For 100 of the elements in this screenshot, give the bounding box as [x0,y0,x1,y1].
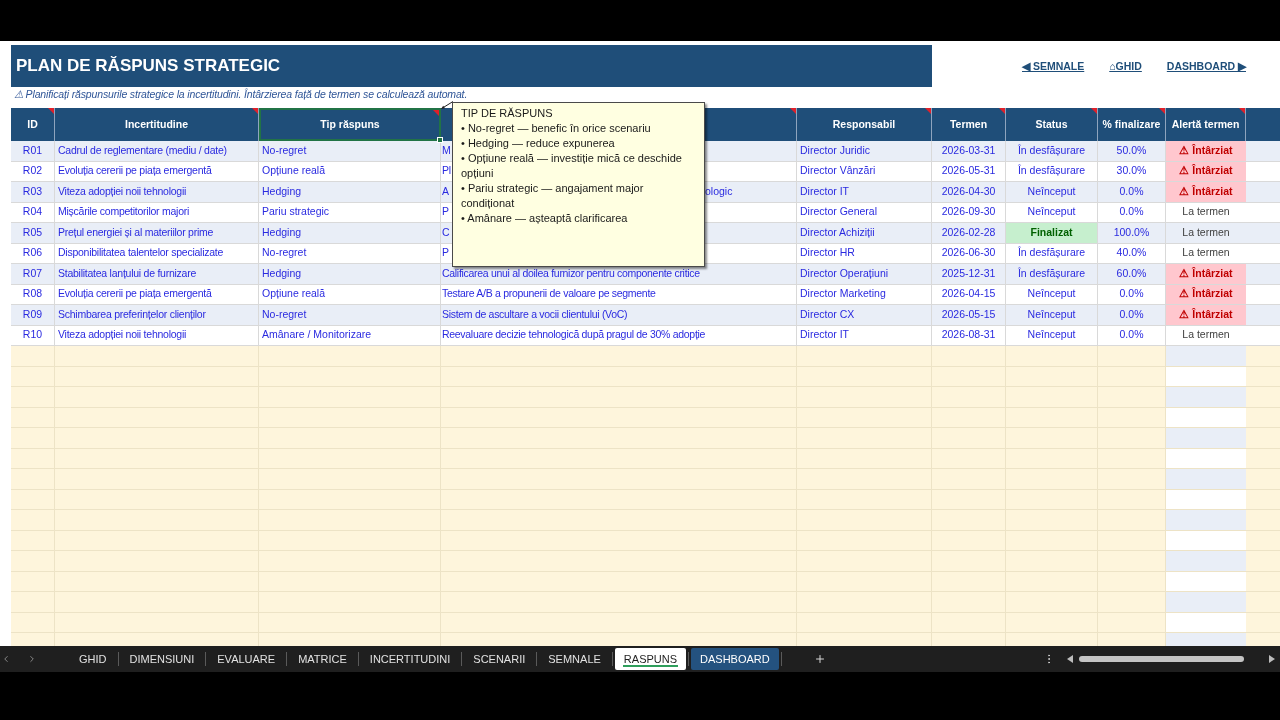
table-cell: R08 [11,284,55,304]
status-cell: În desfășurare [1006,141,1098,161]
table-cell: Schimbarea preferințelor clienților [55,305,259,325]
table-cell: R05 [11,223,55,243]
table-cell-text: M [442,142,451,158]
comment-marker-icon [48,108,54,114]
table-cell: 2026-08-31 [932,325,1006,345]
sheet-tab[interactable]: DASHBOARD [691,648,779,670]
table-cell: Cadrul de reglementare (mediu / date) [55,141,259,161]
table-cell: Director Marketing [797,284,932,304]
table-cell: 40.0% [1098,243,1166,263]
table-cell: Opțiune reală [259,161,441,181]
nav-link[interactable]: DASHBOARD ▶ [1166,59,1246,75]
sheet-subtitle: ⚠ Planificați răspunsurile strategice la incertitudini. Întârzierea față de termen se calculează automat. [14,88,468,101]
table-cell: 2026-09-30 [932,202,1006,222]
table-cell-text: C [442,224,450,240]
status-cell: Neînceput [1006,305,1098,325]
add-sheet-icon[interactable] [813,653,826,665]
table-cell: Hedging [259,264,441,284]
scroll-left-icon[interactable] [1067,655,1073,663]
table-cell: Stabilitatea lanțului de furnizare [55,264,259,284]
table-cell: Viteza adopției noii tehnologii [55,182,259,202]
comment-marker-icon [1091,108,1097,114]
comment-marker-icon [999,108,1005,114]
table-cell: 2026-03-31 [932,141,1006,161]
table-cell-text: P [442,245,449,261]
sheet-tab[interactable]: EVALUARE [208,648,285,670]
alert-cell-text: La termen [1181,327,1231,343]
table-cell: R04 [11,202,55,222]
table-cell: Director General [797,202,932,222]
table-cell: 0.0% [1098,325,1166,345]
comment-line: • Amânare — așteaptă clarificarea [461,211,629,226]
table-cell: Prețul energiei și al materiilor prime [55,223,259,243]
status-cell: În desfășurare [1006,161,1098,181]
chevron-right-icon[interactable] [27,654,37,664]
comment-line: • Opțiune reală — investiție mică ce deschide opțiuni [461,151,683,181]
table-cell-text: A [442,183,449,199]
sheet-tab[interactable]: SEMNALE [539,648,610,670]
table-cell: No-regret [259,141,441,161]
status-cell: Neînceput [1006,202,1098,222]
sheet-tab[interactable]: GHID [70,648,116,670]
table-cell: 2025-12-31 [932,264,1006,284]
comment-title: TIP DE RĂSPUNS [461,106,554,121]
comment-marker-icon [1159,108,1165,114]
comment-line: • Hedging — reduce expunerea [461,136,616,151]
table-cell: Director Operațiuni [797,264,932,284]
comment-marker-icon [433,110,439,116]
table-cell: 2026-06-30 [932,243,1006,263]
table-cell-text: Calificarea unui al doilea furnizor pentru componente critice [442,265,700,281]
table-cell: No-regret [259,305,441,325]
alert-cell-text: La termen [1181,204,1231,220]
nav-link[interactable]: ◀ SEMNALE [1022,59,1085,75]
comment-marker-icon [790,108,796,114]
scrollbar-thumb[interactable] [1079,656,1244,662]
table-cell-text: P [442,204,449,220]
comment-line: • No-regret — benefic în orice scenariu [461,121,652,136]
table-cell-text: Testare A/B a propunerii de valoare pe segmente [442,286,656,302]
sheet-tab[interactable]: RASPUNS [614,648,687,670]
sheet-tab[interactable]: DIMENSIUNI [120,648,204,670]
table-cell: 2026-05-15 [932,305,1006,325]
status-cell: În desfășurare [1006,264,1098,284]
table-cell: R10 [11,325,55,345]
alert-cell: ⚠ Întârziat [1166,284,1246,304]
alert-cell: ⚠ Întârziat [1166,182,1246,202]
table-cell: Director CX [797,305,932,325]
status-cell: Finalizat [1006,223,1098,243]
alert-cell-text: La termen [1181,245,1231,261]
table-cell: R03 [11,182,55,202]
table-cell: Pariu strategic [259,202,441,222]
status-cell: Neînceput [1006,284,1098,304]
scroll-right-icon[interactable] [1269,655,1275,663]
table-cell: Director IT [797,182,932,202]
table-cell: Amânare / Monitorizare [259,325,441,345]
sheet-tab[interactable]: MATRICE [289,648,356,670]
table-cell: Mișcările competitorilor majori [55,202,259,222]
status-cell: Neînceput [1006,182,1098,202]
status-cell: În desfășurare [1006,243,1098,263]
alert-cell: ⚠ Întârziat [1166,264,1246,284]
status-cell: Neînceput [1006,325,1098,345]
table-cell: R02 [11,161,55,181]
table-cell: Director HR [797,243,932,263]
fill-handle-icon[interactable] [437,137,443,143]
table-cell: R06 [11,243,55,263]
table-cell: Director IT [797,325,932,345]
table-cell: 2026-04-30 [932,182,1006,202]
table-cell: Viteza adopției noii tehnologii [55,325,259,345]
table-cell-text: ologic [705,183,733,199]
table-cell: Disponibilitatea talentelor specializate [55,243,259,263]
comment-marker-icon [252,108,258,114]
table-cell: Hedging [259,223,441,243]
table-cell-text: Sistem de ascultare a vocii clientului (VoC) [442,306,628,322]
chevron-left-icon[interactable] [1,654,11,664]
comment-marker-icon [925,108,931,114]
table-cell: R01 [11,141,55,161]
sheet-tab[interactable]: SCENARII [464,648,535,670]
table-cell: Hedging [259,182,441,202]
table-cell-text: Reevaluare decizie tehnologică după pragul de 30% adopție [442,327,706,343]
sheet-tab[interactable]: INCERTITUDINI [360,648,460,670]
nav-link[interactable]: ⌂GHID [1109,59,1142,75]
column-header[interactable]: Tip răspuns [259,108,441,141]
